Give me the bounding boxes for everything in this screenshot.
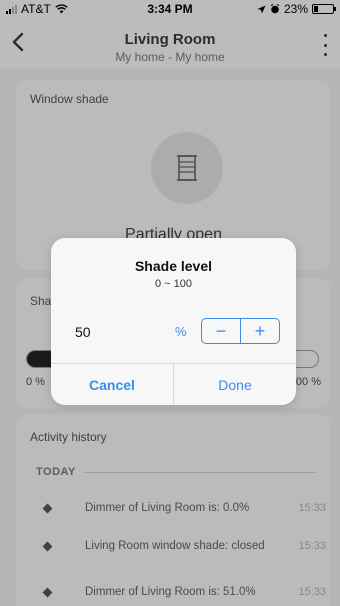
- dialog-actions: Cancel Done: [51, 363, 296, 405]
- dialog-title: Shade level: [134, 258, 213, 274]
- decrement-button[interactable]: −: [202, 319, 240, 343]
- level-stepper: − +: [201, 318, 280, 344]
- cancel-button[interactable]: Cancel: [51, 364, 173, 405]
- dialog-range: 0 ~ 100: [154, 278, 192, 290]
- shade-level-dialog: Shade level 0 ~ 100 % − + Cancel Done: [51, 238, 296, 405]
- done-button[interactable]: Done: [174, 364, 296, 405]
- unit-label: %: [175, 324, 187, 339]
- increment-button[interactable]: +: [241, 319, 279, 343]
- shade-level-input[interactable]: [75, 320, 165, 344]
